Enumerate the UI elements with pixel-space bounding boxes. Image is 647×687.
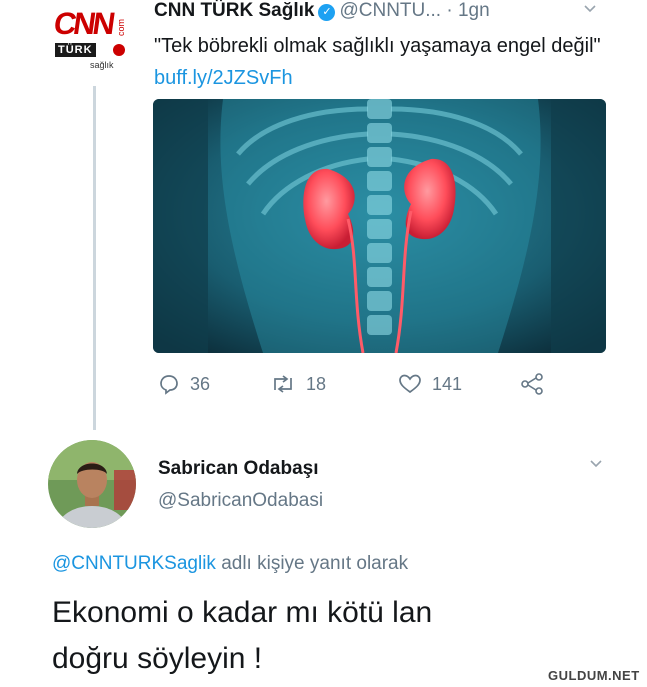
retweet-icon xyxy=(274,375,292,393)
cnn-logo-word: CNN xyxy=(51,6,115,41)
replying-to-suffix: adlı kişiye yanıt olarak xyxy=(215,553,409,574)
tweet-actions: 36 18 141 xyxy=(0,373,647,399)
cnn-logo-turk: TÜRK xyxy=(55,43,96,57)
cnn-logo-dotcom: com xyxy=(116,18,126,36)
tweet-link[interactable]: buff.ly/2JZSvFh xyxy=(154,67,293,89)
tweet-header: CNN TÜRK Sağlık ✓ @CNNTU... · 1gn xyxy=(154,0,490,21)
author-name[interactable]: CNN TÜRK Sağlık xyxy=(154,0,314,21)
profile-photo xyxy=(48,440,136,528)
cnn-logo-dot xyxy=(113,44,125,56)
kidney-xray-illustration xyxy=(153,99,606,353)
watermark: GULDUM.NET xyxy=(546,668,642,683)
retweet-button[interactable]: 18 xyxy=(270,373,326,395)
reply-text: Ekonomi o kadar mı kötü lan doğru söyley… xyxy=(52,590,612,682)
retweet-count: 18 xyxy=(306,373,327,394)
avatar[interactable] xyxy=(48,440,136,528)
reply-count: 36 xyxy=(190,373,211,394)
share-icon xyxy=(521,373,543,395)
cnn-logo-sub: sağlık xyxy=(90,60,114,70)
share-button[interactable] xyxy=(520,373,546,395)
tweet-text-body: "Tek böbrekli olmak sağlıklı yaşamaya en… xyxy=(154,35,601,57)
reply-text-line1: Ekonomi o kadar mı kötü lan xyxy=(52,596,433,629)
heart-icon xyxy=(399,374,421,394)
author-handle-time[interactable]: @CNNTU... · 1gn xyxy=(339,0,489,21)
like-button[interactable]: 141 xyxy=(398,373,462,395)
tweet-media-image[interactable] xyxy=(153,99,606,353)
reply-text-line2: doğru söyleyin ! xyxy=(52,642,263,675)
replying-to-handle[interactable]: @CNNTURKSaglik xyxy=(52,553,216,574)
replying-to: @CNNTURKSaglik adlı kişiye yanıt olarak xyxy=(52,553,408,575)
cnn-turk-logo-avatar[interactable]: CNN com TÜRK sağlık xyxy=(52,6,134,76)
reply-icon xyxy=(160,375,178,395)
reply-author-handle[interactable]: @SabricanOdabasi xyxy=(158,490,323,512)
reply-button[interactable]: 36 xyxy=(158,373,210,395)
chevron-down-icon[interactable] xyxy=(582,0,598,16)
verified-icon: ✓ xyxy=(318,4,336,21)
reply-author-name[interactable]: Sabrican Odabaşı xyxy=(158,458,319,480)
tweet-text: "Tek böbrekli olmak sağlıklı yaşamaya en… xyxy=(154,30,604,94)
chevron-down-icon[interactable] xyxy=(588,455,604,471)
like-count: 141 xyxy=(432,373,463,394)
